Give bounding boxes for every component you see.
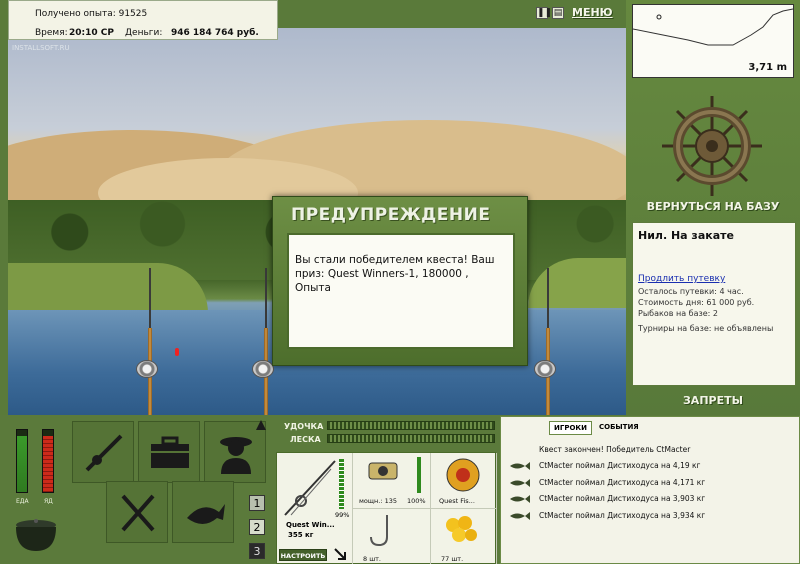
money-label: Деньги: <box>125 28 163 38</box>
rod-bar-label: УДОЧКА <box>284 422 324 431</box>
slot-button-3[interactable]: 3 <box>249 543 265 559</box>
hook-icon <box>370 515 388 547</box>
rod-percent: 99% <box>335 511 350 519</box>
food-label: ЕДА <box>16 498 29 505</box>
reel-icon[interactable] <box>136 360 158 378</box>
rod-durability-bar <box>339 459 344 509</box>
poison-label: ЯД <box>44 498 53 505</box>
reel-card[interactable]: мощн.: 135 100% <box>353 453 431 509</box>
chat-message: CtMacter поймал Дистиходуса на 3,934 кг <box>539 511 706 520</box>
right-panel: 3,71 m ВЕРНУТЬСЯ НА БАЗУ Нил. На закате … <box>626 0 800 415</box>
dialog-title: ПРЕДУПРЕЖДЕНИЕ <box>291 205 491 225</box>
status-meters: ЕДА ЯД <box>10 423 60 513</box>
bait-icon <box>446 516 477 542</box>
rod-name: Quest Win... <box>286 521 335 529</box>
fish-icon <box>187 504 225 524</box>
bobber-icon <box>175 348 179 356</box>
rod-card[interactable]: 99% Quest Win... 355 кг НАСТРОИТЬ <box>277 453 353 564</box>
warning-dialog: ПРЕДУПРЕЖДЕНИЕ Вы стали победителем квес… <box>272 196 528 366</box>
location-info: Нил. На закате Продлить путевку Осталось… <box>632 222 796 386</box>
poison-meter <box>42 429 54 493</box>
hook-card[interactable]: 8 шт. <box>353 509 431 564</box>
rod-weight: 355 кг <box>288 531 314 539</box>
fisherman-slot[interactable] <box>204 421 266 483</box>
slot-button-2[interactable]: 2 <box>249 519 265 535</box>
line-bar-label: ЛЕСКА <box>290 435 321 444</box>
fish-icon <box>510 462 530 470</box>
menu-controls: ❚❚ ▤ МЕНЮ <box>536 6 613 19</box>
reeds-left <box>8 263 208 313</box>
location-name: Нил. На закате <box>638 229 734 242</box>
tackle-box-icon <box>151 436 189 468</box>
chat-message: CtMacter поймал Дистиходуса на 4,171 кг <box>539 478 706 487</box>
bait-count: 77 шт. <box>441 555 464 563</box>
line-card[interactable]: Quest Fis... <box>431 453 497 509</box>
arrow-up-icon[interactable] <box>256 420 266 430</box>
rod-assembly-icon <box>284 460 336 516</box>
fish-icon <box>510 512 530 520</box>
line-spool-icon <box>446 458 480 492</box>
reel-icon[interactable] <box>252 360 274 378</box>
reel-icon <box>368 462 398 480</box>
tackle-panel: 99% Quest Win... 355 кг НАСТРОИТЬ мощн.:… <box>276 452 497 564</box>
dialog-message: Вы стали победителем квеста! Ваш приз: Q… <box>287 233 515 349</box>
menu-button[interactable]: МЕНЮ <box>572 6 613 19</box>
fish-icon <box>510 479 530 487</box>
tab-events[interactable]: СОБЫТИЯ <box>595 421 643 433</box>
chat-message: CtMacter поймал Дистиходуса на 4,19 кг <box>539 461 701 470</box>
reel-percent: 100% <box>407 497 426 505</box>
extend-trip-link[interactable]: Продлить путевку <box>638 274 790 284</box>
rod-tension-bar <box>327 421 495 430</box>
depth-map[interactable]: 3,71 m <box>632 4 794 78</box>
status-bar: Получено опыта: 91525 Время: 20:10 СР Де… <box>8 0 278 40</box>
reel-power: мощн.: 135 <box>359 497 397 505</box>
line-tension-bar <box>327 434 495 443</box>
depth-value: 3,71 m <box>748 62 787 73</box>
fish-slot[interactable] <box>172 481 234 543</box>
slot-button-1[interactable]: 1 <box>249 495 265 511</box>
watermark: INSTALLSOFT.RU <box>12 44 70 52</box>
quest-message: Квест закончен! Победитель CtMacter <box>539 445 691 454</box>
bait-card[interactable]: 77 шт. <box>431 509 497 564</box>
pot-icon[interactable] <box>12 515 60 555</box>
fish-icon <box>510 495 530 503</box>
chart-icon[interactable]: ▤ <box>552 6 564 19</box>
fishing-rod-icon <box>85 434 123 472</box>
return-base-button[interactable]: ВЕРНУТЬСЯ НА БАЗУ <box>626 200 800 213</box>
setup-button[interactable]: НАСТРОИТЬ <box>279 549 327 561</box>
fishers-count: Рыбаков на базе: 2 <box>638 309 718 318</box>
food-slot[interactable] <box>106 481 168 543</box>
reel-icon[interactable] <box>534 360 556 378</box>
pause-icon[interactable]: ❚❚ <box>536 6 552 19</box>
chat-message: CtMacter поймал Дистиходуса на 3,903 кг <box>539 494 706 503</box>
time-value: 20:10 СР <box>69 28 114 38</box>
money-value: 946 184 764 руб. <box>171 28 259 38</box>
chat-panel: ИГРОКИ СОБЫТИЯ Квест закончен! Победител… <box>500 416 800 564</box>
day-cost: Стоимость дня: 61 000 руб. <box>638 298 755 307</box>
line-name: Quest Fis... <box>439 497 475 505</box>
tab-players[interactable]: ИГРОКИ <box>549 421 592 435</box>
hook-count: 8 шт. <box>363 555 382 563</box>
rods-slot[interactable] <box>72 421 134 483</box>
food-meter <box>16 429 28 493</box>
tackle-box-slot[interactable] <box>138 421 200 483</box>
ship-wheel-icon[interactable] <box>660 94 764 198</box>
experience-text: Получено опыта: 91525 <box>35 9 148 19</box>
fisherman-icon <box>220 437 252 474</box>
fork-knife-icon <box>121 494 155 532</box>
bans-button[interactable]: ЗАПРЕТЫ <box>626 394 800 407</box>
resize-arrow-icon[interactable] <box>333 547 347 561</box>
time-label: Время: <box>35 28 68 38</box>
tournaments-status: Турниры на базе: не объявлены <box>638 324 774 333</box>
trip-left: Осталось путевки: 4 час. <box>638 287 744 296</box>
